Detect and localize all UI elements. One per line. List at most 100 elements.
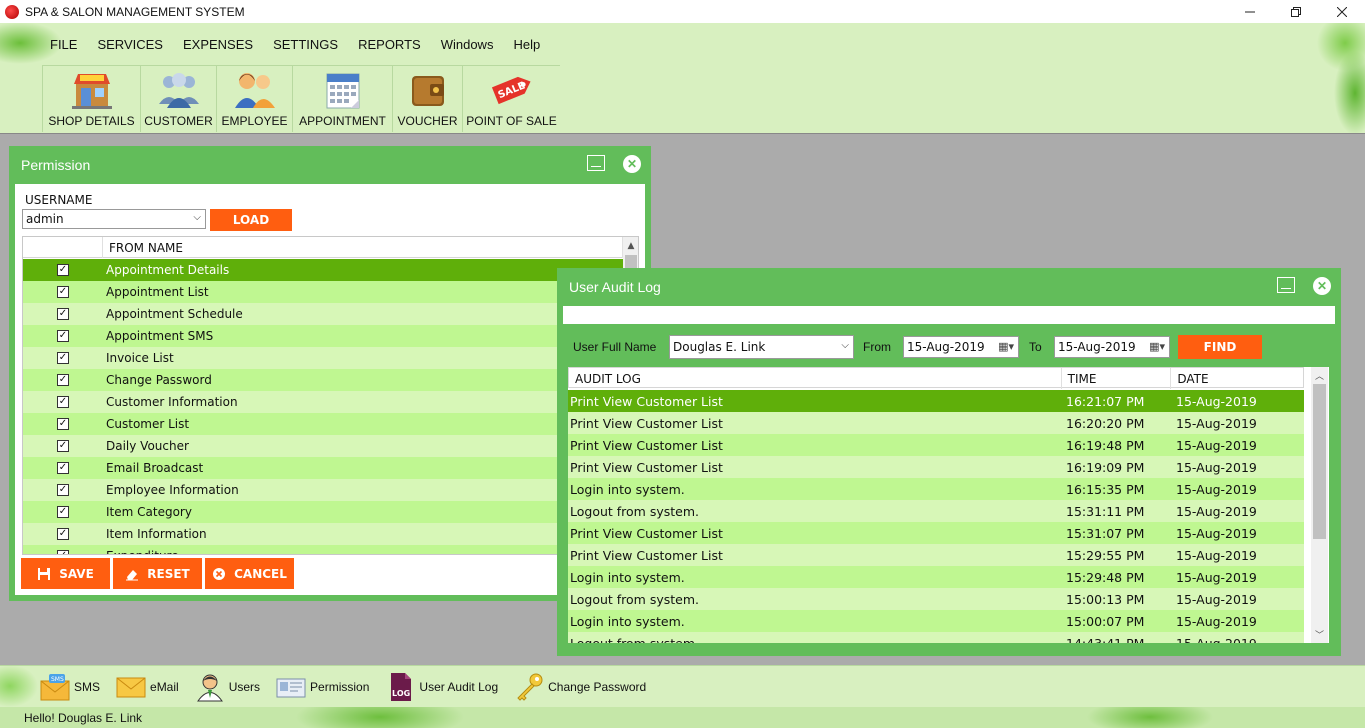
- checkbox-checked-icon[interactable]: ✓: [57, 506, 69, 518]
- permission-title-bar[interactable]: Permission ✕: [9, 146, 651, 184]
- scroll-up-icon[interactable]: ︿: [1311, 367, 1328, 384]
- checkbox-checked-icon[interactable]: ✓: [57, 550, 69, 554]
- menu-bar: FILE SERVICES EXPENSES SETTINGS REPORTS …: [40, 33, 550, 55]
- audit-row[interactable]: Print View Customer List 15:31:07 PM 15-Au…: [568, 522, 1304, 544]
- save-button[interactable]: SAVE: [21, 558, 110, 589]
- username-combobox[interactable]: admin ⌵: [22, 209, 206, 229]
- checkbox-checked-icon[interactable]: ✓: [57, 418, 69, 430]
- toolbar-point-of-sale[interactable]: SALE POINT OF SALE: [462, 66, 560, 132]
- calendar-icon: [326, 73, 359, 109]
- minimize-button[interactable]: [1227, 0, 1273, 23]
- permission-minimize-icon[interactable]: [587, 155, 605, 171]
- audit-row[interactable]: Login into system. 16:15:35 PM 15-Aug-2019: [568, 478, 1304, 500]
- permission-row[interactable]: ✓ Invoice List: [23, 347, 623, 369]
- audit-row[interactable]: Login into system. 15:00:07 PM 15-Aug-2019: [568, 610, 1304, 632]
- audit-row[interactable]: Login into system. 15:29:48 PM 15-Aug-2019: [568, 566, 1304, 588]
- restore-button[interactable]: [1273, 0, 1319, 23]
- audit-row[interactable]: Print View Customer List 15:29:55 PM 15-Au…: [568, 544, 1304, 566]
- calendar-dropdown-icon[interactable]: ▦▾: [1149, 340, 1165, 353]
- toolbar-customer[interactable]: CUSTOMER: [140, 66, 216, 132]
- permission-row[interactable]: ✓ Appointment Schedule: [23, 303, 623, 325]
- permission-row[interactable]: ✓ Item Information: [23, 523, 623, 545]
- scroll-thumb[interactable]: [625, 255, 637, 269]
- shortcut-email[interactable]: eMail: [116, 672, 179, 702]
- audit-date-cell: 15-Aug-2019: [1176, 481, 1257, 497]
- menu-file[interactable]: FILE: [40, 37, 87, 52]
- shortcut-permission[interactable]: Permission: [276, 672, 369, 702]
- checkbox-checked-icon[interactable]: ✓: [57, 484, 69, 496]
- load-button[interactable]: LOAD: [210, 209, 292, 231]
- permission-row[interactable]: ✓ Appointment Details: [23, 259, 623, 281]
- cancel-label: CANCEL: [234, 566, 287, 581]
- audit-close-icon[interactable]: ✕: [1313, 277, 1331, 295]
- audit-row[interactable]: Print View Customer List 16:19:48 PM 15-Au…: [568, 434, 1304, 456]
- to-date-picker[interactable]: 15-Aug-2019 ▦▾: [1054, 336, 1170, 358]
- permission-row[interactable]: ✓ Change Password: [23, 369, 623, 391]
- from-date-picker[interactable]: 15-Aug-2019 ▦▾: [903, 336, 1019, 358]
- calendar-dropdown-icon[interactable]: ▦▾: [998, 340, 1014, 353]
- permission-row[interactable]: ✓ Customer Information: [23, 391, 623, 413]
- shortcut-user-audit-log[interactable]: LOG User Audit Log: [385, 672, 498, 702]
- menu-services[interactable]: SERVICES: [87, 37, 173, 52]
- menu-settings[interactable]: SETTINGS: [263, 37, 348, 52]
- shortcut-change-password[interactable]: Change Password: [514, 672, 646, 702]
- permission-row[interactable]: ✓ Appointment List: [23, 281, 623, 303]
- shortcut-label: User Audit Log: [419, 679, 499, 694]
- shortcut-sms[interactable]: SMS SMS: [40, 672, 100, 702]
- scroll-up-icon[interactable]: ▲: [623, 237, 638, 254]
- chevron-down-icon[interactable]: ⌵: [193, 212, 201, 223]
- checkbox-checked-icon[interactable]: ✓: [57, 528, 69, 540]
- menu-expenses[interactable]: EXPENSES: [173, 37, 263, 52]
- menu-help[interactable]: Help: [503, 37, 550, 52]
- audit-row[interactable]: Print View Customer List 16:21:07 PM 15-Au…: [568, 390, 1304, 412]
- permission-window: Permission ✕ USERNAME admin ⌵ LOAD FROM …: [9, 146, 651, 601]
- menu-windows[interactable]: Windows: [431, 37, 504, 52]
- chevron-down-icon[interactable]: ⌵: [841, 340, 849, 351]
- checkbox-checked-icon[interactable]: ✓: [57, 308, 69, 320]
- toolbar-appointment[interactable]: APPOINTMENT: [292, 66, 392, 132]
- audit-row[interactable]: Print View Customer List 16:20:20 PM 15-Au…: [568, 412, 1304, 434]
- audit-row[interactable]: Logout from system. 15:31:11 PM 15-Aug-201…: [568, 500, 1304, 522]
- audit-filter-strip: [563, 306, 1335, 324]
- permission-row-checkbox-cell: ✓: [23, 528, 103, 540]
- toolbar-employee[interactable]: EMPLOYEE: [216, 66, 292, 132]
- user-full-name-combobox[interactable]: Douglas E. Link ⌵: [669, 335, 854, 359]
- toolbar-shop-details[interactable]: SHOP DETAILS: [42, 66, 140, 132]
- audit-time-cell: 15:29:55 PM: [1066, 547, 1145, 563]
- checkbox-checked-icon[interactable]: ✓: [57, 352, 69, 364]
- audit-row[interactable]: Logout from system. 15:00:13 PM 15-Aug-201…: [568, 588, 1304, 610]
- reset-button[interactable]: RESET: [113, 558, 202, 589]
- audit-row[interactable]: Print View Customer List 16:19:09 PM 15-Au…: [568, 456, 1304, 478]
- scroll-down-icon[interactable]: ﹀: [1311, 626, 1328, 643]
- permission-row[interactable]: ✓ Employee Information: [23, 479, 623, 501]
- close-button[interactable]: [1319, 0, 1365, 23]
- permission-row[interactable]: ✓ Daily Voucher: [23, 435, 623, 457]
- checkbox-checked-icon[interactable]: ✓: [57, 330, 69, 342]
- checkbox-checked-icon[interactable]: ✓: [57, 374, 69, 386]
- checkbox-checked-icon[interactable]: ✓: [57, 440, 69, 452]
- audit-time-cell: 16:21:07 PM: [1066, 393, 1145, 409]
- audit-row[interactable]: Logout from system. 14:43:41 PM 15-Aug-201…: [568, 632, 1304, 643]
- toolbar-voucher[interactable]: VOUCHER: [392, 66, 462, 132]
- cancel-button[interactable]: CANCEL: [205, 558, 294, 589]
- permission-row[interactable]: ✓ Expenditure: [23, 545, 623, 554]
- menu-reports[interactable]: REPORTS: [348, 37, 431, 52]
- audit-title-bar[interactable]: User Audit Log ✕: [557, 268, 1341, 306]
- permission-close-icon[interactable]: ✕: [623, 155, 641, 173]
- permission-row[interactable]: ✓ Item Category: [23, 501, 623, 523]
- permission-row[interactable]: ✓ Appointment SMS: [23, 325, 623, 347]
- audit-scrollbar[interactable]: ︿ ﹀: [1311, 367, 1328, 643]
- permission-row-form-name: Item Category: [106, 505, 192, 519]
- scroll-thumb[interactable]: [1313, 384, 1326, 539]
- permission-row-form-name: Email Broadcast: [106, 461, 204, 475]
- permission-row[interactable]: ✓ Customer List: [23, 413, 623, 435]
- checkbox-checked-icon[interactable]: ✓: [57, 396, 69, 408]
- permission-row[interactable]: ✓ Email Broadcast: [23, 457, 623, 479]
- checkbox-checked-icon[interactable]: ✓: [57, 264, 69, 276]
- find-button[interactable]: FIND: [1178, 335, 1262, 359]
- checkbox-checked-icon[interactable]: ✓: [57, 286, 69, 298]
- save-label: SAVE: [59, 566, 94, 581]
- shortcut-users[interactable]: Users: [195, 672, 260, 702]
- audit-minimize-icon[interactable]: [1277, 277, 1295, 293]
- checkbox-checked-icon[interactable]: ✓: [57, 462, 69, 474]
